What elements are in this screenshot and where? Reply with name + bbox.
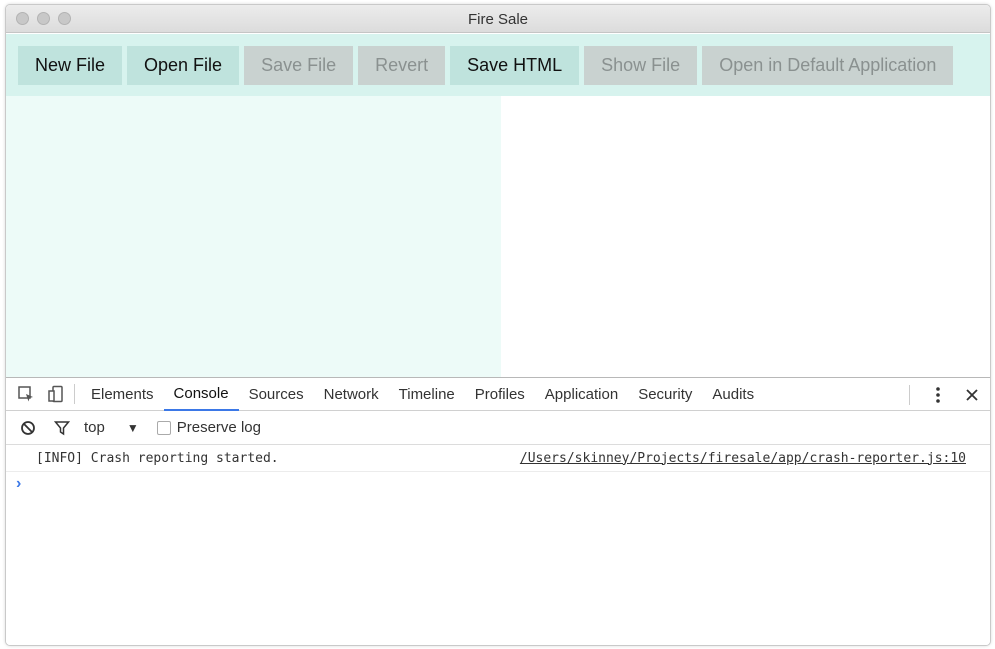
open-in-default-application-button[interactable]: Open in Default Application <box>702 45 954 85</box>
editor-panes <box>6 96 990 377</box>
tab-profiles[interactable]: Profiles <box>465 378 535 411</box>
new-file-button[interactable]: New File <box>18 45 123 85</box>
tab-audits[interactable]: Audits <box>702 378 764 411</box>
toolbar: New File Open File Save File Revert Save… <box>6 34 990 96</box>
tab-console[interactable]: Console <box>163 378 239 411</box>
console-prompt[interactable]: › <box>6 472 990 496</box>
tab-security[interactable]: Security <box>628 378 702 411</box>
device-toolbar-icon[interactable] <box>44 382 68 406</box>
open-file-button[interactable]: Open File <box>127 45 240 85</box>
markdown-editor[interactable] <box>6 96 501 377</box>
close-devtools-icon[interactable] <box>960 383 984 407</box>
tab-timeline[interactable]: Timeline <box>389 378 465 411</box>
log-source-link[interactable]: /Users/skinney/Projects/firesale/app/cra… <box>520 451 966 466</box>
more-options-icon[interactable] <box>926 383 950 407</box>
context-dropdown-icon[interactable]: ▼ <box>127 421 139 435</box>
console-toolbar: top ▼ Preserve log <box>6 411 990 445</box>
html-preview <box>501 96 990 377</box>
clear-console-icon[interactable] <box>16 416 40 440</box>
revert-button[interactable]: Revert <box>358 45 446 85</box>
save-file-button[interactable]: Save File <box>244 45 354 85</box>
log-message: [INFO] Crash reporting started. <box>36 450 279 466</box>
devtools-right-controls <box>903 378 984 411</box>
title-bar: Fire Sale <box>6 5 990 33</box>
devtools-tab-bar: Elements Console Sources Network Timelin… <box>6 378 990 411</box>
preserve-log-label: Preserve log <box>176 419 261 436</box>
show-file-button[interactable]: Show File <box>584 45 698 85</box>
filter-icon[interactable] <box>50 416 74 440</box>
context-selector[interactable]: top <box>84 419 105 436</box>
inspect-element-icon[interactable] <box>14 382 38 406</box>
console-log-entry: [INFO] Crash reporting started. /Users/s… <box>6 445 990 472</box>
right-separator <box>909 384 910 405</box>
tab-elements[interactable]: Elements <box>81 378 164 411</box>
preserve-log-checkbox[interactable] <box>156 420 171 435</box>
devtools-panel: Elements Console Sources Network Timelin… <box>6 377 990 645</box>
tab-network[interactable]: Network <box>314 378 389 411</box>
app-window: Fire Sale New File Open File Save File R… <box>5 4 991 646</box>
tab-separator <box>74 384 75 404</box>
save-html-button[interactable]: Save HTML <box>450 45 580 85</box>
tab-sources[interactable]: Sources <box>239 378 314 411</box>
prompt-chevron-icon: › <box>16 475 22 492</box>
window-title: Fire Sale <box>467 11 529 28</box>
tab-application[interactable]: Application <box>535 378 628 411</box>
